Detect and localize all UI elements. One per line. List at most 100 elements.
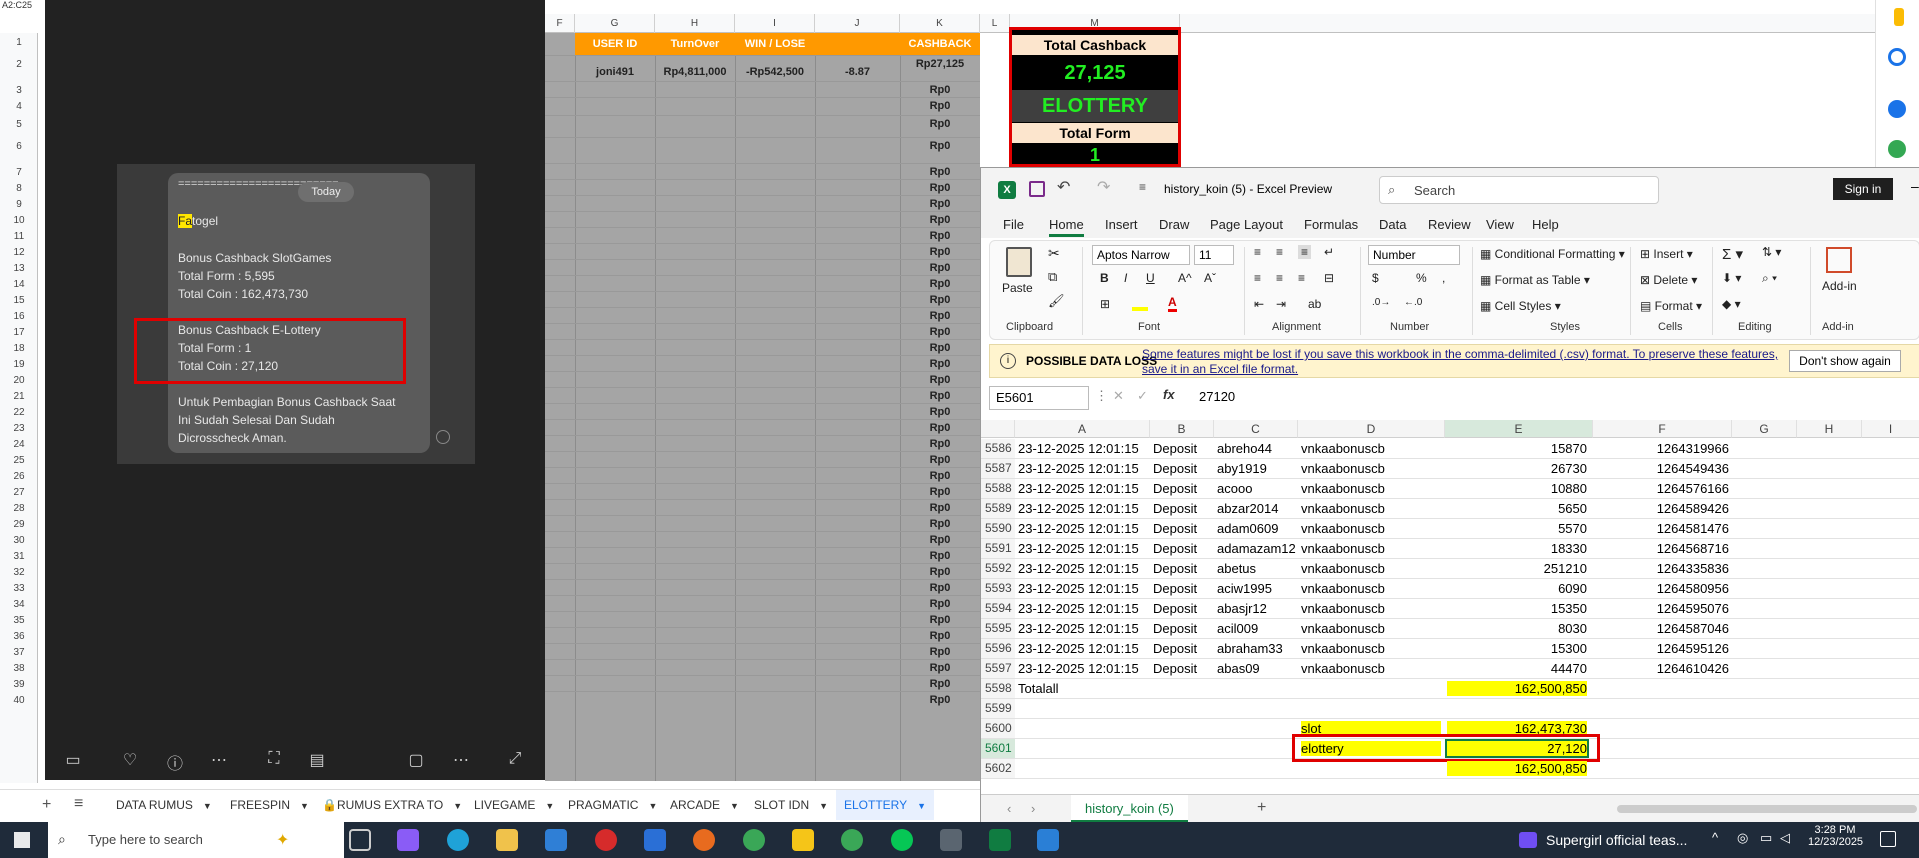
cell-source[interactable]: vnkaabonuscb xyxy=(1301,641,1441,656)
sheet-row-number[interactable]: 34 xyxy=(0,599,38,610)
sheet-row-number[interactable]: 33 xyxy=(0,583,38,594)
cashback-cell[interactable]: Rp0 xyxy=(900,140,980,152)
sheet-row-number[interactable]: 20 xyxy=(0,375,38,386)
format-painter-icon[interactable]: 🖌 xyxy=(1048,293,1065,309)
line-icon[interactable] xyxy=(891,829,913,851)
windows-start-icon[interactable] xyxy=(14,832,30,848)
sheet-row-number[interactable]: 27 xyxy=(0,487,38,498)
tasks-icon[interactable] xyxy=(1888,48,1906,66)
sheet-row-number[interactable]: 32 xyxy=(0,567,38,578)
table-row[interactable]: 5586 23-12-2025 12:01:15 Deposit abreho44 vn… xyxy=(981,439,1919,459)
sheet-row-number[interactable]: 10 xyxy=(0,215,38,226)
cashback-cell[interactable]: Rp0 xyxy=(900,646,980,658)
chrome-icon[interactable] xyxy=(743,829,765,851)
row-number[interactable]: 5587 xyxy=(981,459,1015,478)
cashback-cell[interactable]: Rp27,125 xyxy=(900,58,980,70)
maps-icon[interactable] xyxy=(1888,140,1906,158)
tab-elottery[interactable]: ELOTTERY ▼ xyxy=(836,790,935,820)
table-row[interactable]: 5589 23-12-2025 12:01:15 Deposit abzar2014 v… xyxy=(981,499,1919,519)
col-f[interactable]: F xyxy=(1593,420,1732,438)
cell-date[interactable]: 23-12-2025 12:01:15 xyxy=(1018,441,1148,456)
row-number[interactable]: 5592 xyxy=(981,559,1015,578)
sheet-row-number[interactable]: 30 xyxy=(0,535,38,546)
sheet-row-number[interactable]: 21 xyxy=(0,391,38,402)
cell-id[interactable]: 1264580956 xyxy=(1595,581,1729,596)
cell-id[interactable]: 1264610426 xyxy=(1595,661,1729,676)
cashback-cell[interactable]: Rp0 xyxy=(900,630,980,642)
col-header-l[interactable]: L xyxy=(980,14,1010,33)
media-icon[interactable] xyxy=(1519,832,1537,848)
align-right-icon[interactable]: ≡ xyxy=(1298,271,1305,285)
table-row[interactable]: 5591 23-12-2025 12:01:15 Deposit adamazam12… xyxy=(981,539,1919,559)
cell-id[interactable]: 1264595076 xyxy=(1595,601,1729,616)
sheet-row-number[interactable]: 17 xyxy=(0,327,38,338)
cashback-cell[interactable]: Rp0 xyxy=(900,454,980,466)
cell-type[interactable]: Deposit xyxy=(1153,461,1213,476)
cashback-cell[interactable]: Rp0 xyxy=(900,100,980,112)
cell-source[interactable]: vnkaabonuscb xyxy=(1301,441,1441,456)
cashback-cell[interactable]: Rp0 xyxy=(900,406,980,418)
media-title[interactable]: Supergirl official teas... xyxy=(1546,832,1687,848)
table-row[interactable]: 5602 162,500,850 xyxy=(981,759,1919,779)
autosum-icon[interactable]: Σ ▾ xyxy=(1722,245,1743,263)
menu-view[interactable]: View xyxy=(1486,217,1514,232)
col-g[interactable]: G xyxy=(1732,420,1797,438)
row-number[interactable]: 5595 xyxy=(981,619,1015,638)
find-icon[interactable]: ⌕ ▾ xyxy=(1762,271,1777,286)
contacts-icon[interactable] xyxy=(1888,100,1906,118)
cell-amount[interactable]: 44470 xyxy=(1447,661,1587,676)
row-number[interactable]: 5601 xyxy=(981,739,1015,758)
menu-home[interactable]: Home xyxy=(1049,217,1084,237)
tab-rumus-extra-to[interactable]: 🔒RUMUS EXTRA TO ▼ xyxy=(314,790,470,820)
cashback-cell[interactable]: Rp0 xyxy=(900,262,980,274)
cashback-cell[interactable]: Rp0 xyxy=(900,438,980,450)
redo-icon[interactable]: ↷ xyxy=(1097,177,1110,197)
sheet-row-number[interactable]: 13 xyxy=(0,263,38,274)
number-format-select[interactable]: Number xyxy=(1368,245,1460,265)
expand-icon[interactable]: ⤢ xyxy=(505,750,525,768)
cell-amount[interactable]: 5650 xyxy=(1447,501,1587,516)
cashback-cell[interactable]: Rp0 xyxy=(900,662,980,674)
formula-more-icon[interactable]: ⋮ xyxy=(1095,388,1108,404)
cell-type[interactable]: Deposit xyxy=(1153,481,1213,496)
borders-icon[interactable]: ⊞ xyxy=(1100,297,1110,311)
fill-icon[interactable]: ⬇ ▾ xyxy=(1722,271,1741,285)
cell-amount[interactable]: 8030 xyxy=(1447,621,1587,636)
align-left-icon[interactable]: ≡ xyxy=(1254,271,1261,285)
add-sheet-icon[interactable]: + xyxy=(42,796,51,814)
cell-id[interactable]: 1264576166 xyxy=(1595,481,1729,496)
excel-grid[interactable]: A B C D E F G H I 5586 23-12-2025 12:01:1… xyxy=(981,420,1919,790)
copy-icon[interactable]: ⧉ xyxy=(1048,269,1057,285)
col-c[interactable]: C xyxy=(1214,420,1298,438)
cell-date[interactable]: 23-12-2025 12:01:15 xyxy=(1018,641,1148,656)
clear-icon[interactable]: ◆ ▾ xyxy=(1722,297,1741,311)
cell-source[interactable]: vnkaabonuscb xyxy=(1301,541,1441,556)
col-header-h[interactable]: H xyxy=(655,14,735,33)
tray-chevron-icon[interactable]: ^ xyxy=(1712,830,1718,845)
delete-cells-button[interactable]: ⊠ Delete ▾ xyxy=(1640,273,1697,287)
outlook-icon[interactable] xyxy=(644,829,666,851)
cell-date[interactable]: 23-12-2025 12:01:15 xyxy=(1018,561,1148,576)
task-view-icon[interactable] xyxy=(349,829,371,851)
cashback-cell[interactable]: Rp0 xyxy=(900,550,980,562)
sheet-row-number[interactable]: 38 xyxy=(0,663,38,674)
tab-arcade[interactable]: ARCADE ▼ xyxy=(662,790,747,820)
cell-date[interactable]: 23-12-2025 12:01:15 xyxy=(1018,661,1148,676)
cell-source[interactable]: vnkaabonuscb xyxy=(1301,661,1441,676)
cell-id[interactable]: 1264587046 xyxy=(1595,621,1729,636)
cell-total-value[interactable]: 162,500,850 xyxy=(1447,681,1587,696)
cell-amount[interactable]: 6090 xyxy=(1447,581,1587,596)
currency-icon[interactable]: $ xyxy=(1372,271,1379,285)
table-row[interactable]: 5599 xyxy=(981,699,1919,719)
table-row[interactable]: 5587 23-12-2025 12:01:15 Deposit aby1919 vnk… xyxy=(981,459,1919,479)
cashback-cell[interactable]: Rp0 xyxy=(900,598,980,610)
align-bottom-icon[interactable]: ≡ xyxy=(1298,245,1312,259)
cell-source[interactable]: vnkaabonuscb xyxy=(1301,561,1441,576)
keep-icon[interactable] xyxy=(1894,8,1904,26)
sheet-row-number[interactable]: 14 xyxy=(0,279,38,290)
col-h[interactable]: H xyxy=(1797,420,1862,438)
table-row[interactable]: 5597 23-12-2025 12:01:15 Deposit abas09 vnka… xyxy=(981,659,1919,679)
tab-slot-idn[interactable]: SLOT IDN ▼ xyxy=(746,790,836,820)
cashback-cell[interactable]: Rp0 xyxy=(900,310,980,322)
tab-pragmatic[interactable]: PRAGMATIC ▼ xyxy=(560,790,665,820)
